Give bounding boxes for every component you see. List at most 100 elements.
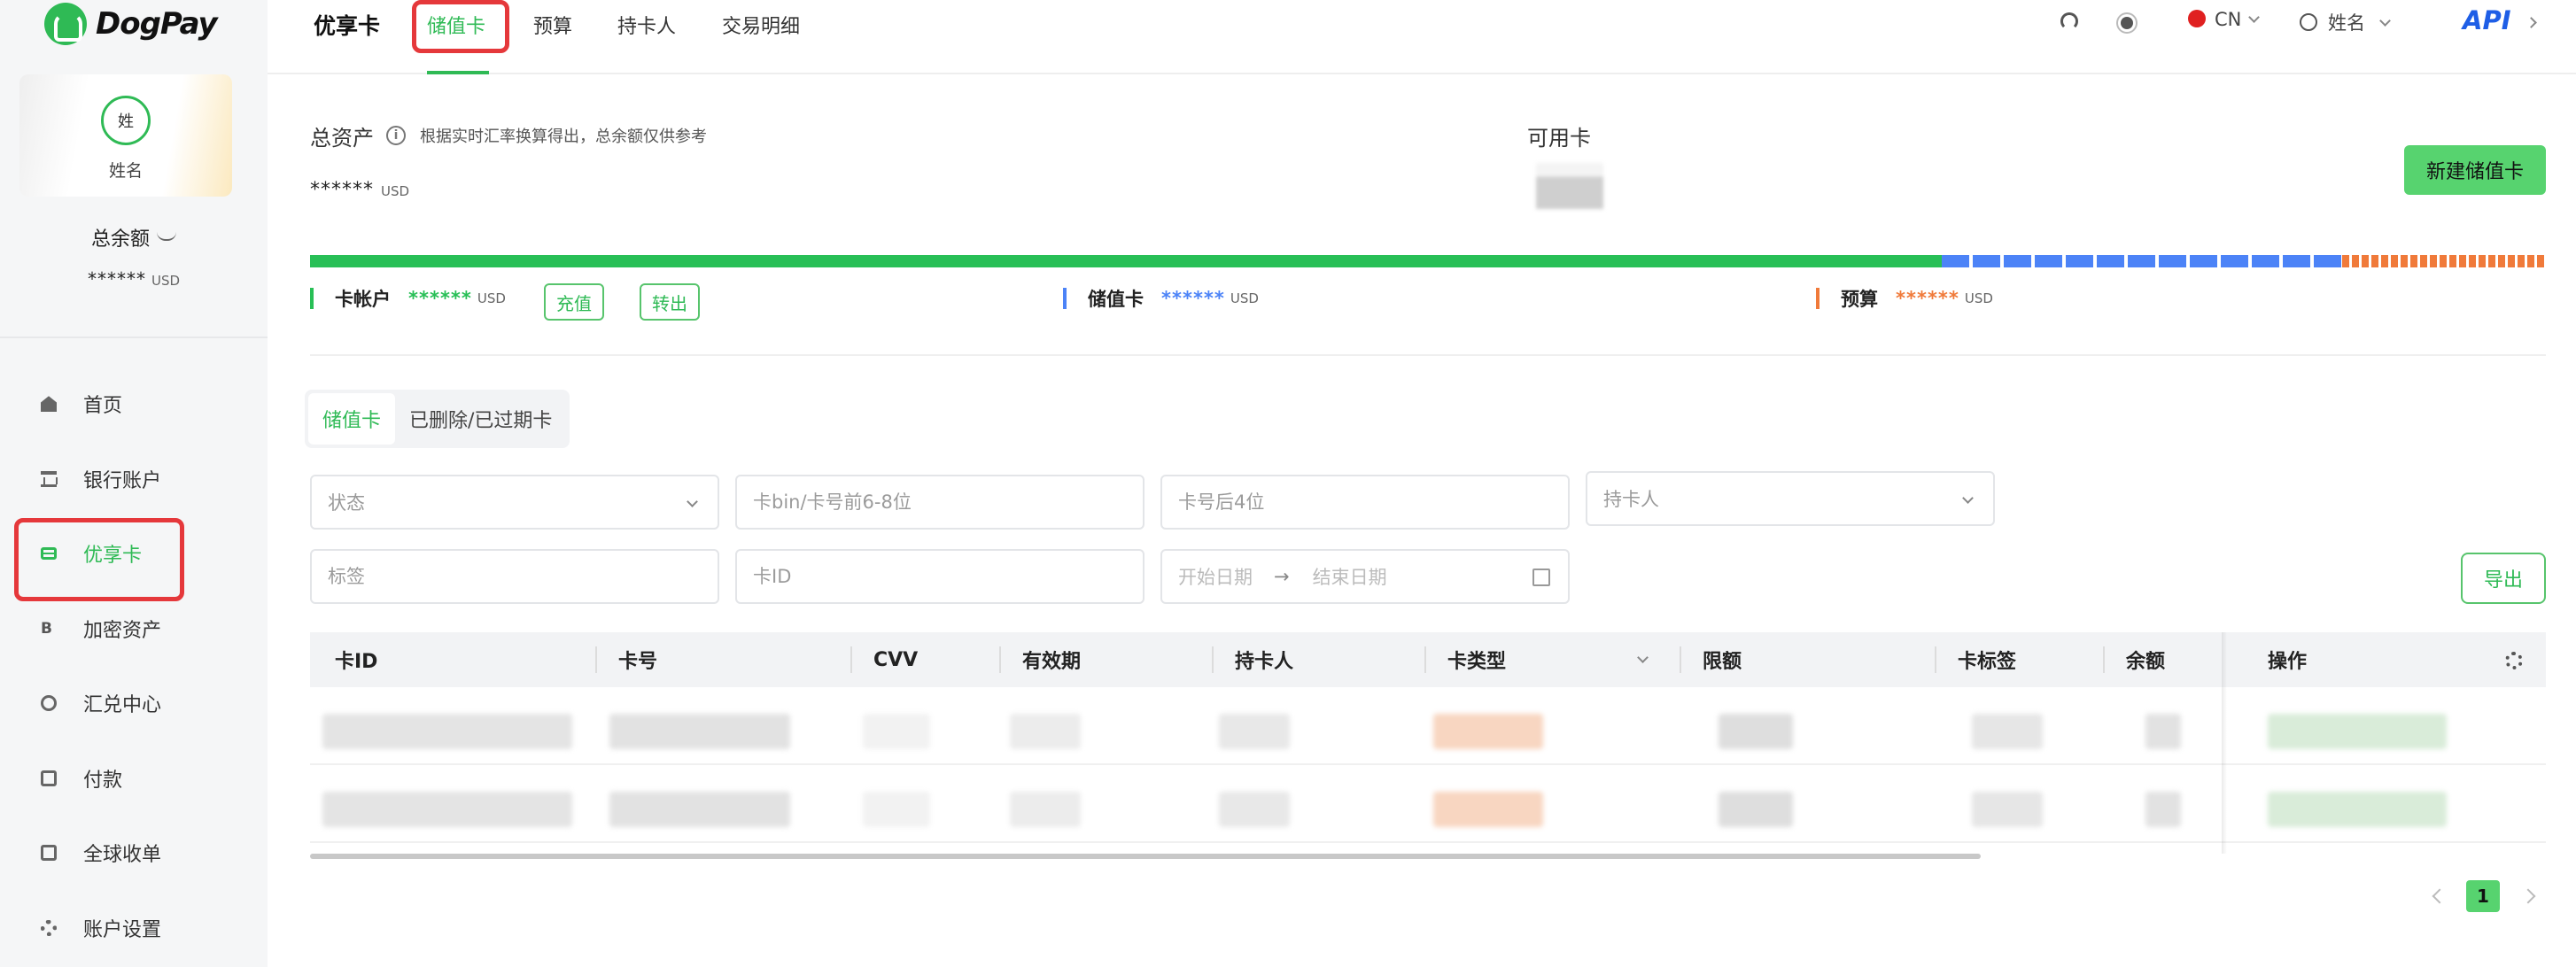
chevron-right-icon[interactable] (2520, 888, 2536, 904)
available-cards-title: 可用卡 (1527, 126, 1591, 151)
page-number-current[interactable]: 1 (2466, 880, 2500, 912)
china-flag-icon (2188, 10, 2206, 27)
user-menu-name: 姓名 (2328, 12, 2365, 34)
asset-distribution-bar (310, 255, 2546, 267)
card-account-segment (310, 255, 1942, 267)
user-card[interactable]: 姓 姓名 (19, 74, 232, 197)
page-title: 优享卡 (314, 13, 381, 39)
sidebar-item-premium-card[interactable]: 优享卡 (0, 516, 268, 601)
tab-active-cards[interactable]: 储值卡 (308, 393, 396, 445)
tag-field[interactable] (328, 551, 718, 602)
table-row[interactable] (310, 687, 2546, 765)
sidebar-item-payment[interactable]: 付款 (0, 741, 268, 816)
blurred-balance (2145, 792, 2181, 827)
blurred-actions[interactable] (2268, 792, 2447, 827)
chevron-down-icon (2379, 15, 2391, 27)
table-row[interactable] (310, 765, 2546, 843)
sidebar-item-label: 账户设置 (83, 918, 162, 941)
legend-budget: 预算 ****** USD (1816, 285, 1993, 312)
top-bar: 优享卡 储值卡 预算 持卡人 交易明细 CN 姓名 API (268, 0, 2576, 74)
dogpay-logo-icon (44, 3, 87, 45)
chevron-down-icon (1962, 492, 1974, 504)
blurred-actions[interactable] (2268, 714, 2447, 749)
blurred-expiry (1010, 792, 1081, 827)
sidebar-item-home[interactable]: 首页 (0, 367, 268, 442)
column-header-balance: 余额 (2126, 651, 2166, 673)
start-date-placeholder[interactable]: 开始日期 (1178, 563, 1253, 590)
collect-icon (41, 845, 57, 862)
sun-icon[interactable] (2121, 17, 2133, 29)
calendar-icon (1532, 569, 1550, 586)
pagination-current: 1 (2466, 880, 2500, 912)
legend-label: 卡帐户 (335, 289, 391, 310)
chevron-down-icon (687, 496, 698, 507)
blurred-cvv (863, 714, 930, 749)
legend-unit: USD (477, 290, 506, 306)
cardholder-placeholder: 持卡人 (1603, 489, 1659, 510)
user-menu[interactable]: 姓名 (2300, 9, 2391, 35)
new-stored-value-card-button[interactable]: 新建储值卡 (2404, 145, 2546, 195)
end-date-placeholder[interactable]: 结束日期 (1313, 563, 1387, 590)
chevron-left-icon[interactable] (2432, 888, 2448, 904)
legend-label: 储值卡 (1088, 289, 1144, 310)
sticky-column-shadow (2222, 632, 2227, 854)
tab-transactions[interactable]: 交易明细 (722, 11, 800, 39)
legend-color-bar (1816, 288, 1819, 309)
available-cards-count-blurred (1536, 163, 1603, 209)
status-select[interactable]: 状态 (310, 475, 719, 530)
tab-cardholder[interactable]: 持卡人 (617, 11, 676, 39)
legend-card-account: 卡帐户 ****** USD (310, 285, 506, 312)
transfer-out-button[interactable]: 转出 (640, 283, 700, 321)
pagination (2432, 880, 2448, 912)
blurred-balance (2145, 714, 2181, 749)
card-bin-input[interactable] (735, 475, 1144, 530)
user-icon (2300, 13, 2317, 31)
exchange-icon (41, 695, 57, 712)
export-button[interactable]: 导出 (2461, 553, 2546, 604)
sidebar-item-crypto-assets[interactable]: B 加密资产 (0, 592, 268, 667)
card-id-input[interactable] (735, 549, 1144, 604)
card-last4-field[interactable] (1178, 476, 1568, 528)
gear-icon[interactable] (2505, 652, 2523, 669)
card-status-tabs: 储值卡 已删除/已过期卡 (305, 390, 570, 448)
card-last4-input[interactable] (1160, 475, 1570, 530)
recharge-button[interactable]: 充值 (544, 283, 604, 321)
sidebar: DogPay 姓 姓名 总余额 ****** USD 首页 银行账户 优享卡 B … (0, 0, 268, 967)
tab-deleted-expired-cards[interactable]: 已删除/已过期卡 (395, 393, 566, 445)
card-bin-field[interactable] (753, 476, 1143, 528)
sidebar-item-exchange-center[interactable]: 汇兑中心 (0, 666, 268, 741)
api-link[interactable]: API (2463, 5, 2537, 35)
card-id-field[interactable] (753, 551, 1143, 602)
blurred-limit (1719, 792, 1793, 827)
table-horizontal-scrollbar[interactable] (310, 854, 1981, 859)
main-content: 总资产 i 根据实时汇率换算得出，总余额仅供参考 ****** USD 可用卡 新… (268, 74, 2576, 967)
tab-stored-value-card[interactable]: 储值卡 (427, 11, 485, 39)
legend-color-bar (1063, 288, 1067, 309)
date-range-picker[interactable]: 开始日期 → 结束日期 (1160, 549, 1570, 604)
column-header-card-number: 卡号 (618, 651, 658, 673)
sidebar-item-label: 付款 (83, 769, 123, 792)
legend-value: ****** (408, 288, 472, 309)
column-header-card-type[interactable]: 卡类型 (1423, 632, 1649, 687)
info-icon[interactable]: i (386, 126, 406, 145)
cards-table: 卡ID 卡号 CVV 有效期 持卡人 卡类型 限额 卡标签 余额 操作 (310, 632, 2546, 854)
tab-budget[interactable]: 预算 (533, 11, 572, 39)
avatar: 姓 (101, 96, 151, 145)
cardholder-select[interactable]: 持卡人 (1586, 471, 1995, 526)
headset-icon[interactable] (2060, 12, 2078, 30)
column-header-actions: 操作 (2268, 651, 2308, 673)
table-header: 卡ID 卡号 CVV 有效期 持卡人 卡类型 限额 卡标签 余额 操作 (310, 632, 2546, 687)
sidebar-item-bank-account[interactable]: 银行账户 (0, 442, 268, 517)
language-selector[interactable]: CN (2188, 9, 2261, 30)
sidebar-item-global-acquiring[interactable]: 全球收单 (0, 816, 268, 891)
sidebar-item-account-settings[interactable]: 账户设置 (0, 891, 268, 966)
user-name: 姓名 (108, 161, 143, 181)
total-assets-title: 总资产 (310, 126, 374, 151)
column-header-card-tag: 卡标签 (1958, 651, 2017, 673)
eye-closed-icon[interactable] (157, 232, 176, 241)
blurred-cardholder (1219, 714, 1290, 749)
blurred-expiry (1010, 714, 1081, 749)
language-label: CN (2215, 9, 2242, 30)
dogpay-logo[interactable]: DogPay (44, 2, 218, 46)
tag-input[interactable] (310, 549, 719, 604)
